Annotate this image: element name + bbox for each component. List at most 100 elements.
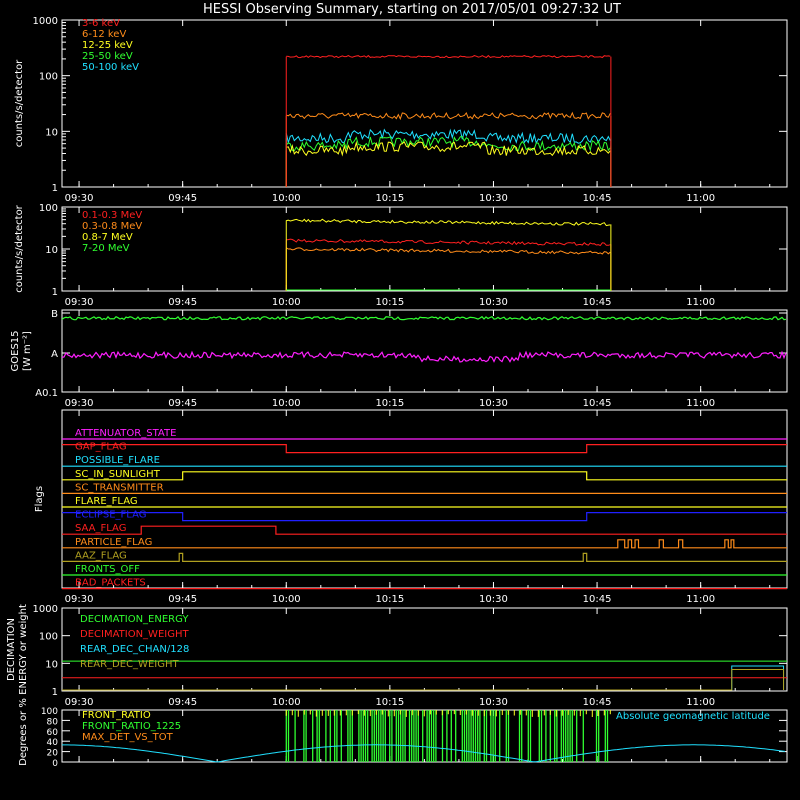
panel-5: 020406080100 Degrees or % FRONT_RATIOFRONT…	[18, 698, 788, 769]
flag-label: SC_IN_SUNLIGHT	[75, 469, 161, 480]
flag-label: PARTICLE_FLAG	[75, 537, 152, 548]
y-tick-label: 10	[45, 245, 58, 256]
x-tick-label: 09:45	[168, 297, 197, 308]
flag-label: SC_TRANSMITTER	[75, 482, 164, 493]
flag-label: ATTENUATOR_STATE	[75, 428, 176, 439]
y-axis-label: GOES15	[10, 330, 21, 371]
x-tick-label: 10:30	[479, 398, 508, 409]
y-axis-label: Flags	[34, 486, 45, 512]
x-tick-label: 10:15	[375, 297, 404, 308]
flag-line-8	[62, 539, 787, 549]
legend-entry: DECIMATION_ENERGY	[80, 614, 189, 625]
y-tick-label: 20	[47, 749, 59, 759]
series-line-3	[285, 136, 611, 152]
flag-label: POSSIBLE_FLARE	[75, 455, 160, 466]
y-axis-label-2: [W m⁻²]	[22, 331, 33, 371]
x-tick-label: 10:00	[272, 193, 301, 204]
x-tick-label: 10:15	[375, 697, 404, 708]
y-axis-label: counts/s/detector	[14, 59, 25, 147]
legend-entry: FRONT_RATIO	[82, 710, 151, 721]
legend-entry: 0.3-0.8 MeV	[82, 221, 142, 232]
x-tick-label: 10:45	[583, 398, 612, 409]
x-tick-label: 09:30	[65, 697, 94, 708]
y-tick-label: A0.1	[35, 388, 58, 399]
flag-line-7	[62, 525, 787, 535]
x-tick-label: 11:00	[686, 697, 715, 708]
x-tick-label: 10:00	[272, 398, 301, 409]
x-tick-label: 10:15	[375, 193, 404, 204]
x-tick-label: 10:30	[479, 594, 508, 605]
y-tick-label: 0	[52, 759, 58, 769]
panel-2: 09:30 09:45 10:00 10:15 10:30 10:45 11:00 A0.1 A…	[10, 309, 788, 409]
legend-entry: 3-6 keV	[82, 18, 120, 29]
x-tick-label: 09:45	[168, 697, 197, 708]
panel-1: 09:30 09:45 10:00 10:15 10:30 10:45 11:00 1 10 10…	[14, 203, 788, 308]
x-tick-label: 10:00	[272, 697, 301, 708]
series-line-0	[286, 54, 611, 59]
x-tick-label: 09:45	[168, 193, 197, 204]
legend-entry: 6-12 keV	[82, 29, 126, 40]
x-tick-label: 11:00	[686, 193, 715, 204]
x-tick-label: 10:00	[272, 297, 301, 308]
x-tick-label: 10:45	[583, 594, 612, 605]
x-tick-label: 09:30	[65, 398, 94, 409]
x-tick-label: 10:15	[375, 398, 404, 409]
series-line-4	[285, 128, 611, 145]
y-tick-label: 100	[39, 632, 58, 643]
legend-entry: FRONT_RATIO_1225	[82, 721, 181, 732]
y-tick-label: 1	[52, 183, 58, 194]
panel-4: 09:30 09:45 10:00 10:15 10:30 10:45 11:00 1 10 10…	[6, 604, 788, 708]
y-tick-label: 100	[41, 707, 58, 717]
series-line-0	[286, 238, 611, 247]
legend-entry: 0.1-0.3 MeV	[82, 210, 142, 221]
geomag-latitude-line	[62, 744, 786, 763]
flag-line-1	[62, 444, 787, 454]
legend-entry: 0.8-7 MeV	[82, 232, 133, 243]
goes-series-0	[61, 315, 787, 321]
y-axis-label: Degrees or %	[18, 698, 29, 766]
y-tick-label: 100	[39, 72, 58, 83]
flag-line-9	[62, 552, 787, 562]
x-tick-label: 09:30	[65, 193, 94, 204]
x-tick-label: 11:00	[686, 398, 715, 409]
y-tick-label: 80	[47, 717, 59, 727]
y-tick-label: 1000	[33, 604, 58, 615]
x-tick-label: 10:45	[583, 193, 612, 204]
flag-label: BAD_PACKETS	[75, 578, 146, 589]
legend-entry: 25-50 keV	[82, 51, 133, 62]
chart-title: HESSI Observing Summary, starting on 201…	[203, 2, 621, 17]
legend-entry: 50-100 keV	[82, 62, 139, 73]
x-tick-label: 10:30	[479, 697, 508, 708]
panel-frame	[61, 19, 788, 188]
x-tick-label: 11:00	[686, 297, 715, 308]
y-tick-label: 1000	[33, 16, 58, 27]
legend-entry: Absolute geomagnetic latitude	[616, 711, 770, 722]
flag-line-6	[62, 512, 787, 522]
flag-label: FRONTS_OFF	[75, 564, 140, 575]
x-tick-label: 10:45	[583, 697, 612, 708]
hessi-summary-chart: HESSI Observing Summary, starting on 201…	[6, 2, 788, 769]
x-tick-label: 11:00	[686, 594, 715, 605]
x-tick-label: 09:45	[168, 594, 197, 605]
legend-entry: 7-20 MeV	[82, 243, 130, 254]
y-tick-label: 1	[52, 287, 58, 298]
x-tick-label: 09:30	[65, 594, 94, 605]
y-tick-label: 100	[39, 203, 58, 214]
y-axis-label: counts/s/detector	[14, 204, 25, 292]
decimation-line-3	[62, 668, 785, 691]
y-tick-label: B	[51, 309, 58, 320]
series-line-1	[286, 111, 611, 121]
panel-frame	[61, 309, 788, 393]
goes-series-1	[61, 350, 787, 363]
series-line-1	[286, 247, 611, 255]
flag-label: AAZ_FLAG	[75, 550, 127, 561]
panel-3: 09:30 09:45 10:00 10:15 10:30 10:45 11:00 Flags…	[34, 409, 788, 605]
y-tick-label: 40	[47, 738, 59, 748]
x-tick-label: 10:00	[272, 594, 301, 605]
y-tick-label: 10	[45, 127, 58, 138]
x-tick-label: 10:15	[375, 594, 404, 605]
x-tick-label: 10:30	[479, 193, 508, 204]
panel-0: 09:30 09:45 10:00 10:15 10:30 10:45 11:00 1 10 10…	[14, 16, 788, 204]
panel-frame	[61, 206, 788, 292]
legend-entry: DECIMATION_WEIGHT	[80, 629, 189, 640]
